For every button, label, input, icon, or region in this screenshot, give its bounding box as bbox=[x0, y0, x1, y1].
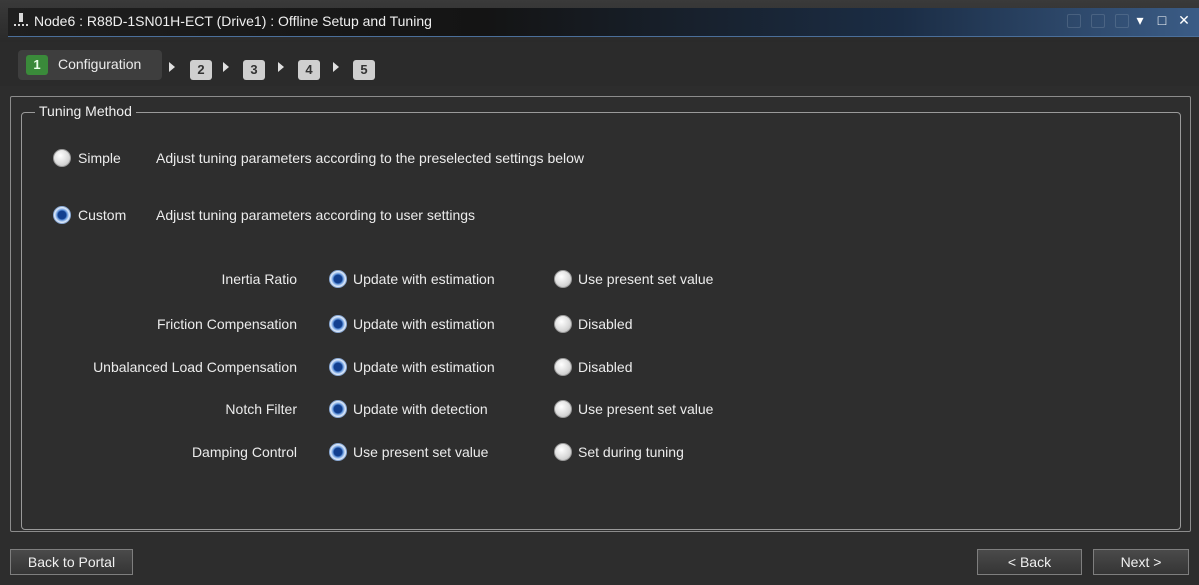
step-1[interactable]: 1 Configuration bbox=[18, 50, 162, 80]
minimize-icon[interactable]: ▾ bbox=[1133, 12, 1147, 28]
maximize-icon[interactable]: □ bbox=[1155, 12, 1169, 28]
main-panel: Tuning Method Simple Adjust tuning param… bbox=[10, 96, 1191, 532]
custom-radio[interactable] bbox=[53, 206, 71, 224]
custom-label[interactable]: Custom bbox=[78, 207, 126, 223]
tuning-method-legend: Tuning Method bbox=[35, 103, 136, 119]
unbalanced-load-option-a[interactable]: Update with estimation bbox=[353, 359, 495, 375]
next-button[interactable]: Next > bbox=[1093, 549, 1189, 575]
step-1-label: Configuration bbox=[58, 56, 142, 72]
unbalanced-load-label: Unbalanced Load Compensation bbox=[93, 359, 297, 375]
damping-control-option-a[interactable]: Use present set value bbox=[353, 444, 488, 460]
step-5[interactable]: 5 bbox=[353, 60, 375, 80]
window-title: Node6 : R88D-1SN01H-ECT (Drive1) : Offli… bbox=[34, 13, 432, 29]
chevron-right-icon bbox=[169, 62, 175, 72]
step-2[interactable]: 2 bbox=[190, 60, 212, 80]
notch-filter-option-a-radio[interactable] bbox=[329, 400, 347, 418]
inertia-ratio-option-b[interactable]: Use present set value bbox=[578, 271, 713, 287]
unbalanced-load-option-a-radio[interactable] bbox=[329, 358, 347, 376]
inertia-ratio-option-b-radio[interactable] bbox=[554, 270, 572, 288]
friction-compensation-option-b[interactable]: Disabled bbox=[578, 316, 632, 332]
notch-filter-option-a[interactable]: Update with detection bbox=[353, 401, 488, 417]
damping-control-option-b-radio[interactable] bbox=[554, 443, 572, 461]
friction-compensation-option-b-radio[interactable] bbox=[554, 315, 572, 333]
step-3[interactable]: 3 bbox=[243, 60, 265, 80]
inertia-ratio-option-a[interactable]: Update with estimation bbox=[353, 271, 495, 287]
damping-control-label: Damping Control bbox=[191, 444, 297, 460]
notch-filter-option-b[interactable]: Use present set value bbox=[578, 401, 713, 417]
friction-compensation-option-a[interactable]: Update with estimation bbox=[353, 316, 495, 332]
simple-radio[interactable] bbox=[53, 149, 71, 167]
back-to-portal-button[interactable]: Back to Portal bbox=[10, 549, 133, 575]
custom-description: Adjust tuning parameters according to us… bbox=[156, 207, 476, 223]
step-1-number: 1 bbox=[26, 55, 48, 75]
notch-filter-label: Notch Filter bbox=[225, 401, 297, 417]
title-bar: Node6 : R88D-1SN01H-ECT (Drive1) : Offli… bbox=[0, 0, 1199, 42]
unbalanced-load-option-b-radio[interactable] bbox=[554, 358, 572, 376]
inertia-ratio-label: Inertia Ratio bbox=[221, 271, 297, 287]
friction-compensation-label: Friction Compensation bbox=[156, 316, 297, 332]
unbalanced-load-option-b[interactable]: Disabled bbox=[578, 359, 632, 375]
damping-control-option-a-radio[interactable] bbox=[329, 443, 347, 461]
step-4[interactable]: 4 bbox=[298, 60, 320, 80]
inertia-ratio-option-a-radio[interactable] bbox=[329, 270, 347, 288]
close-icon[interactable]: ✕ bbox=[1177, 12, 1191, 28]
back-button[interactable]: < Back bbox=[977, 549, 1082, 575]
chevron-right-icon bbox=[278, 62, 284, 72]
chevron-right-icon bbox=[223, 62, 229, 72]
damping-control-option-b[interactable]: Set during tuning bbox=[578, 444, 684, 460]
simple-description: Adjust tuning parameters according to th… bbox=[156, 150, 585, 166]
chevron-right-icon bbox=[333, 62, 339, 72]
faint-toolbar bbox=[1067, 14, 1129, 28]
node-icon bbox=[12, 12, 30, 30]
notch-filter-option-b-radio[interactable] bbox=[554, 400, 572, 418]
friction-compensation-option-a-radio[interactable] bbox=[329, 315, 347, 333]
step-navigator: 1 Configuration 2 3 4 5 bbox=[0, 42, 1199, 86]
simple-label[interactable]: Simple bbox=[78, 150, 121, 166]
